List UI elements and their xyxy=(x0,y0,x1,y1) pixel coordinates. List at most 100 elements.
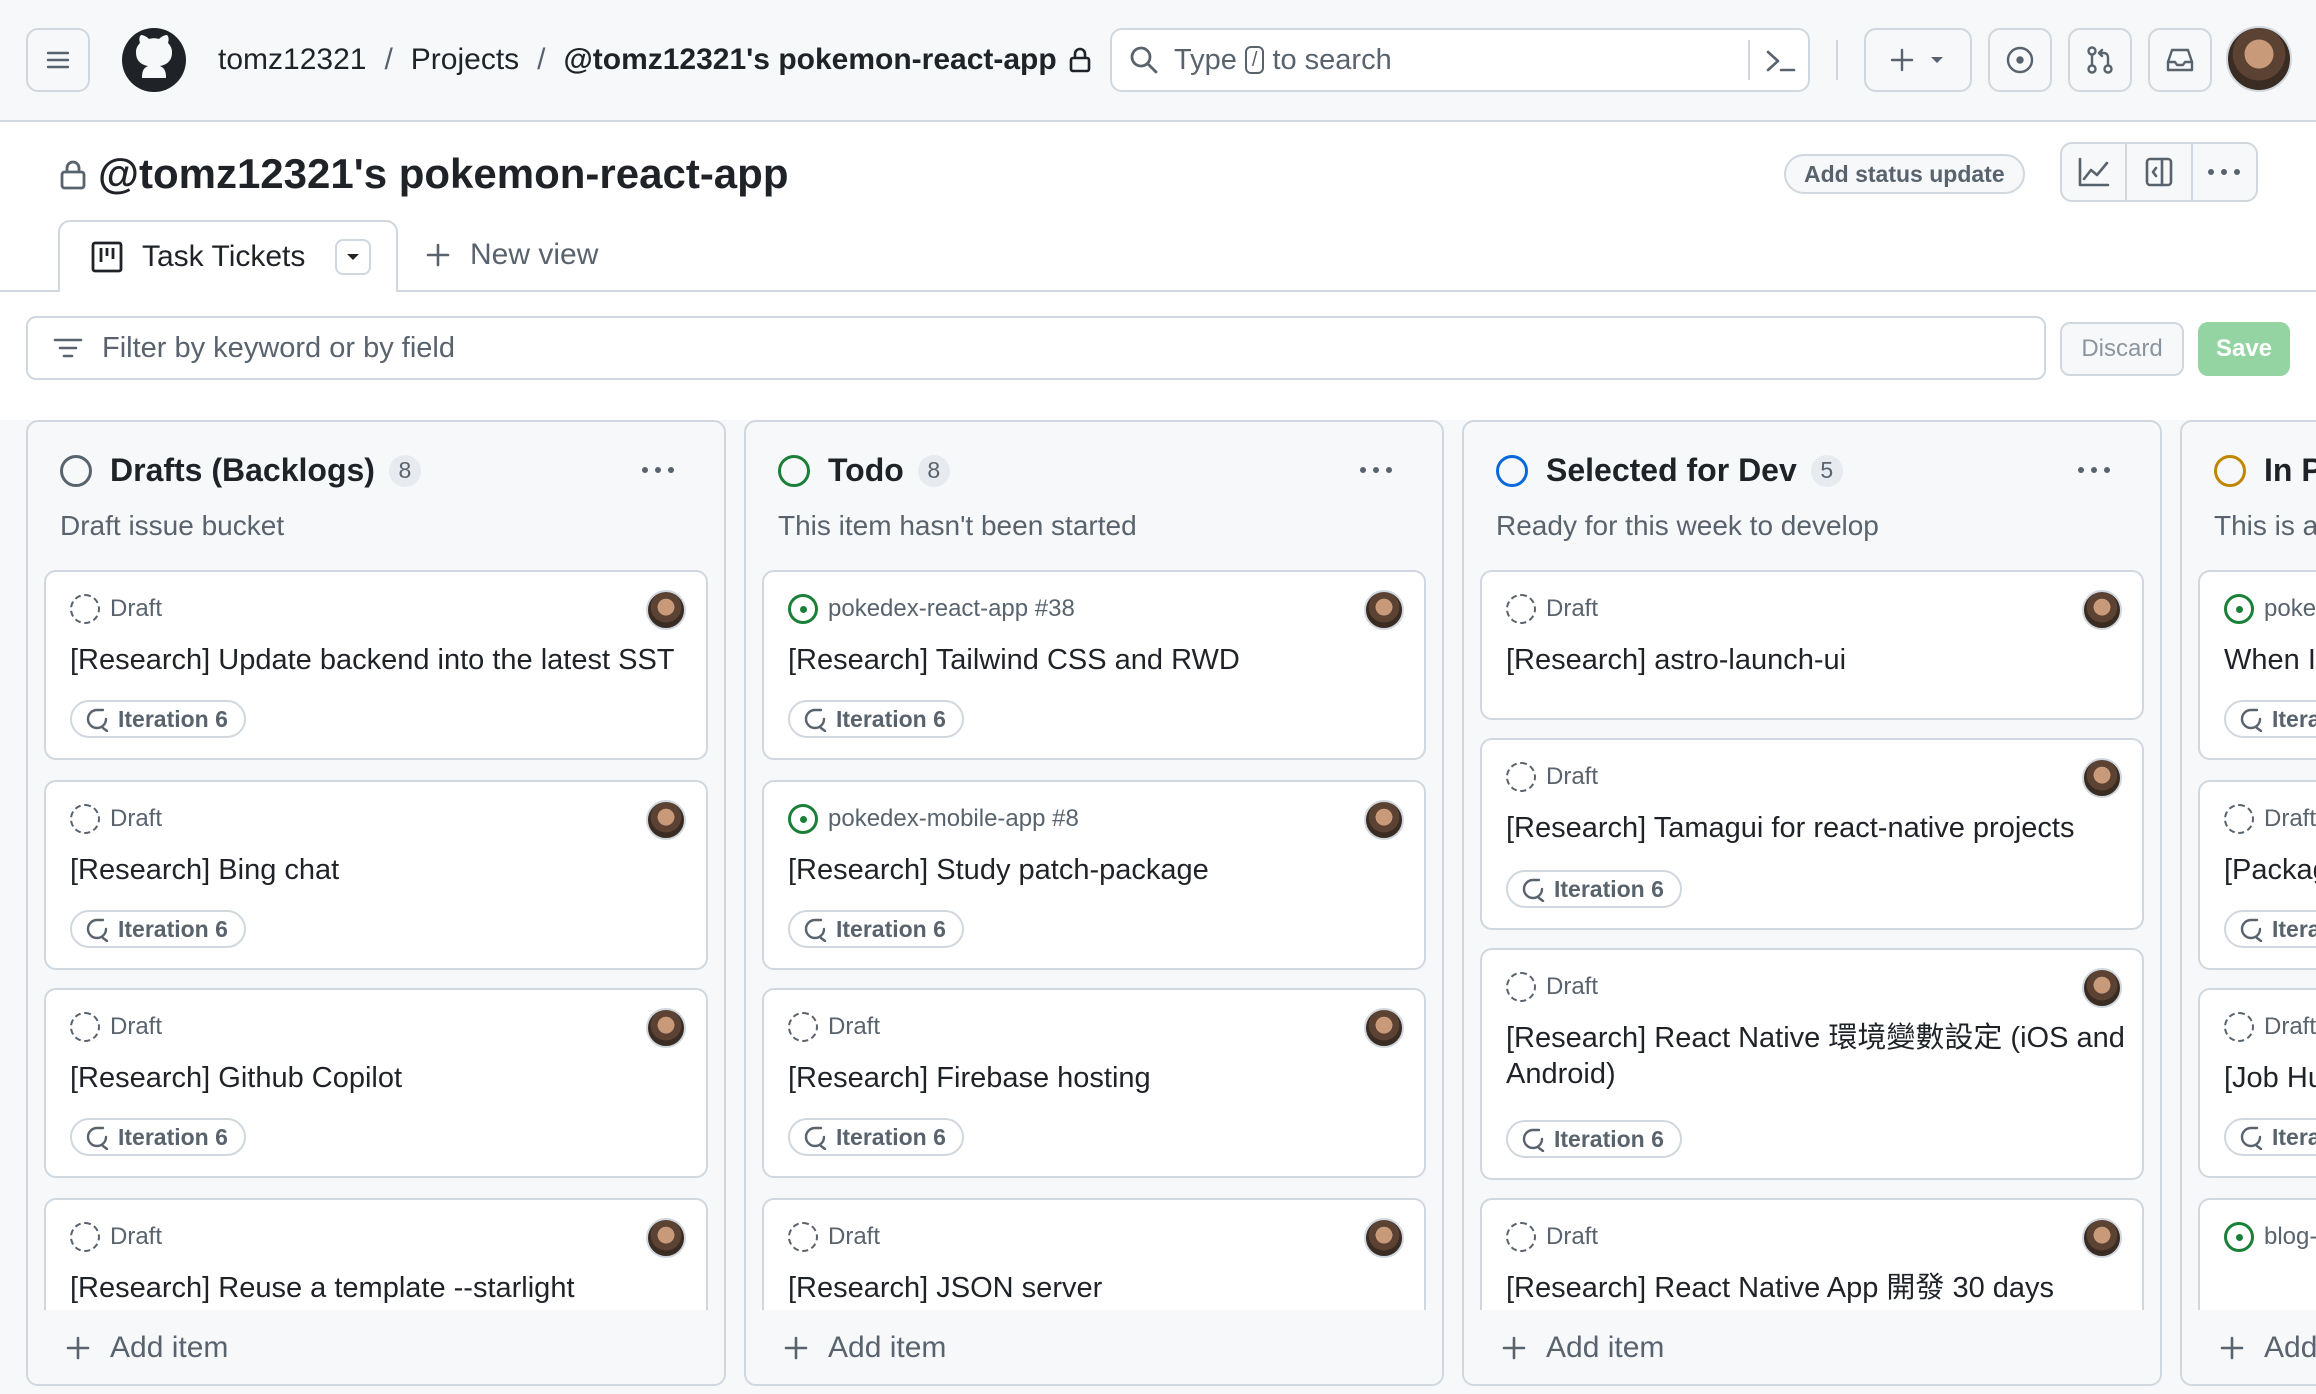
view-options-button[interactable] xyxy=(335,239,372,275)
issue-card[interactable]: Draft [Research] Reuse a template --starl… xyxy=(44,1198,708,1310)
issue-card[interactable]: poke When It and And Itera xyxy=(2198,570,2316,760)
card-title[interactable]: [Research] Reuse a template --starlight xyxy=(70,1270,690,1306)
card-title[interactable]: [Research] astro-launch-ui xyxy=(1506,642,2126,678)
add-status-update-button[interactable]: Add status update xyxy=(1784,154,2025,194)
draft-issue-icon xyxy=(2224,804,2254,834)
card-title[interactable]: [Research] JSON server xyxy=(788,1270,1408,1306)
add-item-button[interactable]: Add xyxy=(2182,1310,2316,1384)
card-title[interactable]: [Job Hu xyxy=(2224,1060,2316,1096)
issue-card[interactable]: Draft [Research] Firebase hosting Iteratio… xyxy=(762,988,1426,1178)
issue-card[interactable]: Draft [Research] Bing chat Iteration 6 xyxy=(44,780,708,970)
sidebar-expand-icon xyxy=(2145,157,2173,187)
add-item-button[interactable]: Add item xyxy=(1464,1310,2160,1384)
filter-placeholder: Filter by keyword or by field xyxy=(102,331,455,364)
column-count-badge: 8 xyxy=(388,454,421,487)
assignee-avatar[interactable] xyxy=(1364,1218,1404,1258)
inbox-button[interactable] xyxy=(2148,28,2212,92)
issue-card[interactable]: pokedex-mobile-app #8 [Research] Study pa… xyxy=(762,780,1426,970)
breadcrumb-project[interactable]: @tomz12321's pokemon-react-app xyxy=(564,43,1057,77)
assignee-avatar[interactable] xyxy=(646,1008,686,1048)
pull-requests-button[interactable] xyxy=(2068,28,2132,92)
filter-input[interactable]: Filter by keyword or by field xyxy=(26,316,2046,380)
assignee-avatar[interactable] xyxy=(1364,590,1404,630)
assignee-avatar[interactable] xyxy=(646,800,686,840)
card-source[interactable]: pokedex-mobile-app #8 xyxy=(828,805,1079,833)
card-title[interactable]: [Research] Github Copilot xyxy=(70,1060,690,1096)
column-menu-button[interactable] xyxy=(632,450,684,490)
card-title[interactable]: When It and And xyxy=(2224,642,2316,678)
card-source[interactable]: pokedex-react-app #38 xyxy=(828,595,1075,623)
card-title[interactable]: [Research] Update backend into the lates… xyxy=(70,642,690,678)
card-title[interactable]: [Research] Bing chat xyxy=(70,852,690,888)
board: Drafts (Backlogs) 8 Draft issue bucket Draf… xyxy=(0,420,2316,1394)
tab-task-tickets[interactable]: Task Tickets xyxy=(58,220,398,292)
iteration-icon xyxy=(86,1126,109,1150)
card-title[interactable]: [Research] Firebase hosting xyxy=(788,1060,1408,1096)
card-meta: poke xyxy=(2224,594,2316,624)
kebab-horizontal-icon xyxy=(2208,169,2241,175)
iteration-icon xyxy=(86,918,109,942)
search-input[interactable]: Type / to search xyxy=(1110,28,1810,92)
card-source[interactable]: blog- xyxy=(2264,1223,2316,1251)
issues-button[interactable] xyxy=(1988,28,2052,92)
assignee-avatar[interactable] xyxy=(2082,758,2122,798)
column-menu-button[interactable] xyxy=(1350,450,1402,490)
issue-card[interactable]: Draft [Research] Github Copilot Iteration … xyxy=(44,988,708,1178)
issue-card[interactable]: Draft [Research] JSON server xyxy=(762,1198,1426,1310)
issue-card[interactable]: Draft [Packag Itera xyxy=(2198,780,2316,970)
card-title[interactable]: [Packag xyxy=(2224,852,2316,888)
board-column: In PrThis is apokeWhen It and AndIteraDr… xyxy=(2180,420,2316,1386)
user-avatar[interactable] xyxy=(2226,26,2292,92)
add-item-button[interactable]: Add item xyxy=(746,1310,1442,1384)
filter-icon xyxy=(53,338,83,358)
new-view-button[interactable]: New view xyxy=(424,238,598,272)
board-column: Todo 8 This item hasn't been started pokede… xyxy=(744,420,1444,1386)
add-item-label: Add xyxy=(2264,1331,2316,1364)
draft-issue-icon xyxy=(788,1012,818,1042)
card-title[interactable]: [Research] Tailwind CSS and RWD xyxy=(788,642,1408,678)
issue-card[interactable]: pokedex-react-app #38 [Research] Tailwind… xyxy=(762,570,1426,760)
create-new-button[interactable] xyxy=(1864,28,1972,92)
card-title[interactable]: [Research] React Native App 開發 30 days xyxy=(1506,1270,2126,1306)
side-panel-button[interactable] xyxy=(2127,144,2193,200)
card-list: pokedex-react-app #38 [Research] Tailwind… xyxy=(762,570,1426,1310)
breadcrumb-owner[interactable]: tomz12321 xyxy=(218,43,366,77)
iteration-label: Iteration 6 xyxy=(836,705,946,732)
assignee-avatar[interactable] xyxy=(646,1218,686,1258)
assignee-avatar[interactable] xyxy=(646,590,686,630)
assignee-avatar[interactable] xyxy=(2082,1218,2122,1258)
issue-card[interactable]: Draft [Research] React Native 環境變數設定 (iOS… xyxy=(1480,948,2144,1180)
issue-card[interactable]: Draft [Job Hu Itera xyxy=(2198,988,2316,1178)
issue-card[interactable]: Draft [Research] Update backend into the … xyxy=(44,570,708,760)
card-title[interactable]: [Research] React Native 環境變數設定 (iOS and … xyxy=(1506,1020,2126,1092)
issue-card[interactable]: Draft [Research] astro-launch-ui xyxy=(1480,570,2144,720)
column-status-icon xyxy=(60,454,92,487)
issue-card[interactable]: Draft [Research] Tamagui for react-native… xyxy=(1480,738,2144,930)
kebab-horizontal-icon xyxy=(2078,467,2110,473)
issue-card[interactable]: blog- xyxy=(2198,1198,2316,1310)
github-logo-icon[interactable] xyxy=(120,26,188,94)
card-source: Draft xyxy=(1546,595,1599,622)
issue-card[interactable]: Draft [Research] React Native App 開發 30 d… xyxy=(1480,1198,2144,1310)
iteration-chip: Iteration 6 xyxy=(1506,870,1682,908)
card-title[interactable]: [Research] Tamagui for react-native proj… xyxy=(1506,810,2126,846)
assignee-avatar[interactable] xyxy=(2082,968,2122,1008)
add-item-button[interactable]: Add item xyxy=(28,1310,724,1384)
iteration-icon xyxy=(804,918,827,942)
menu-button[interactable] xyxy=(26,28,90,92)
card-source[interactable]: poke xyxy=(2264,595,2316,623)
assignee-avatar[interactable] xyxy=(2082,590,2122,630)
command-palette-icon[interactable] xyxy=(1764,46,1798,76)
draft-issue-icon xyxy=(70,594,100,624)
breadcrumb-projects[interactable]: Projects xyxy=(411,43,519,77)
assignee-avatar[interactable] xyxy=(1364,1008,1404,1048)
assignee-avatar[interactable] xyxy=(1364,800,1404,840)
save-button[interactable]: Save xyxy=(2198,322,2290,376)
column-menu-button[interactable] xyxy=(2068,450,2120,490)
discard-button[interactable]: Discard xyxy=(2060,322,2184,376)
card-title[interactable]: [Research] Study patch-package xyxy=(788,852,1408,888)
new-view-label: New view xyxy=(470,238,599,271)
issue-opened-icon xyxy=(788,594,818,624)
insights-button[interactable] xyxy=(2062,144,2128,200)
more-options-button[interactable] xyxy=(2193,144,2256,200)
